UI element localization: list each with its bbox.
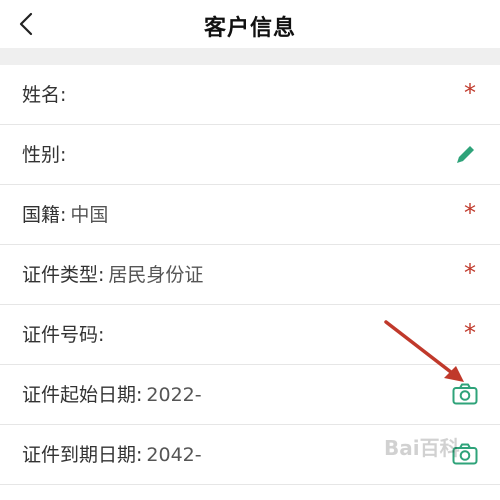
camera-icon[interactable] (452, 383, 478, 405)
field-value: 居民身份证 (108, 264, 204, 286)
field-label: 证件起始日期: (22, 384, 143, 406)
required-marker: * (464, 319, 476, 347)
field-row-nationality[interactable]: 国籍: 中国 * (0, 185, 500, 245)
top-bar: 客户信息 (0, 0, 500, 48)
field-label: 证件到期日期: (22, 444, 143, 466)
field-label: 性别: (22, 144, 67, 166)
field-label: 姓名: (22, 84, 67, 106)
field-value: 2022- (146, 384, 202, 406)
field-row-gender[interactable]: 性别: (0, 125, 500, 185)
field-row-id-start-date[interactable]: 证件起始日期: 2022- (0, 365, 500, 425)
field-value: 中国 (70, 204, 109, 226)
field-row-id-number[interactable]: 证件号码: * (0, 305, 500, 365)
pencil-icon[interactable] (454, 142, 478, 166)
watermark: Bai百科 (384, 436, 460, 460)
field-row-id-type[interactable]: 证件类型: 居民身份证 * (0, 245, 500, 305)
customer-info-list: 姓名: * 性别: 国籍: 中国 * 证件类型: 居民身份证 * 证件号码: * 证… (0, 65, 500, 485)
field-label: 证件号码: (22, 324, 105, 346)
field-value: 2042- (146, 444, 202, 466)
field-label: 证件类型: (22, 264, 105, 286)
field-label: 国籍: (22, 204, 67, 226)
required-marker: * (464, 199, 476, 227)
page-title: 客户信息 (203, 16, 296, 41)
section-divider (0, 48, 500, 65)
required-marker: * (464, 259, 476, 287)
required-marker: * (464, 79, 476, 107)
field-row-name[interactable]: 姓名: * (0, 65, 500, 125)
